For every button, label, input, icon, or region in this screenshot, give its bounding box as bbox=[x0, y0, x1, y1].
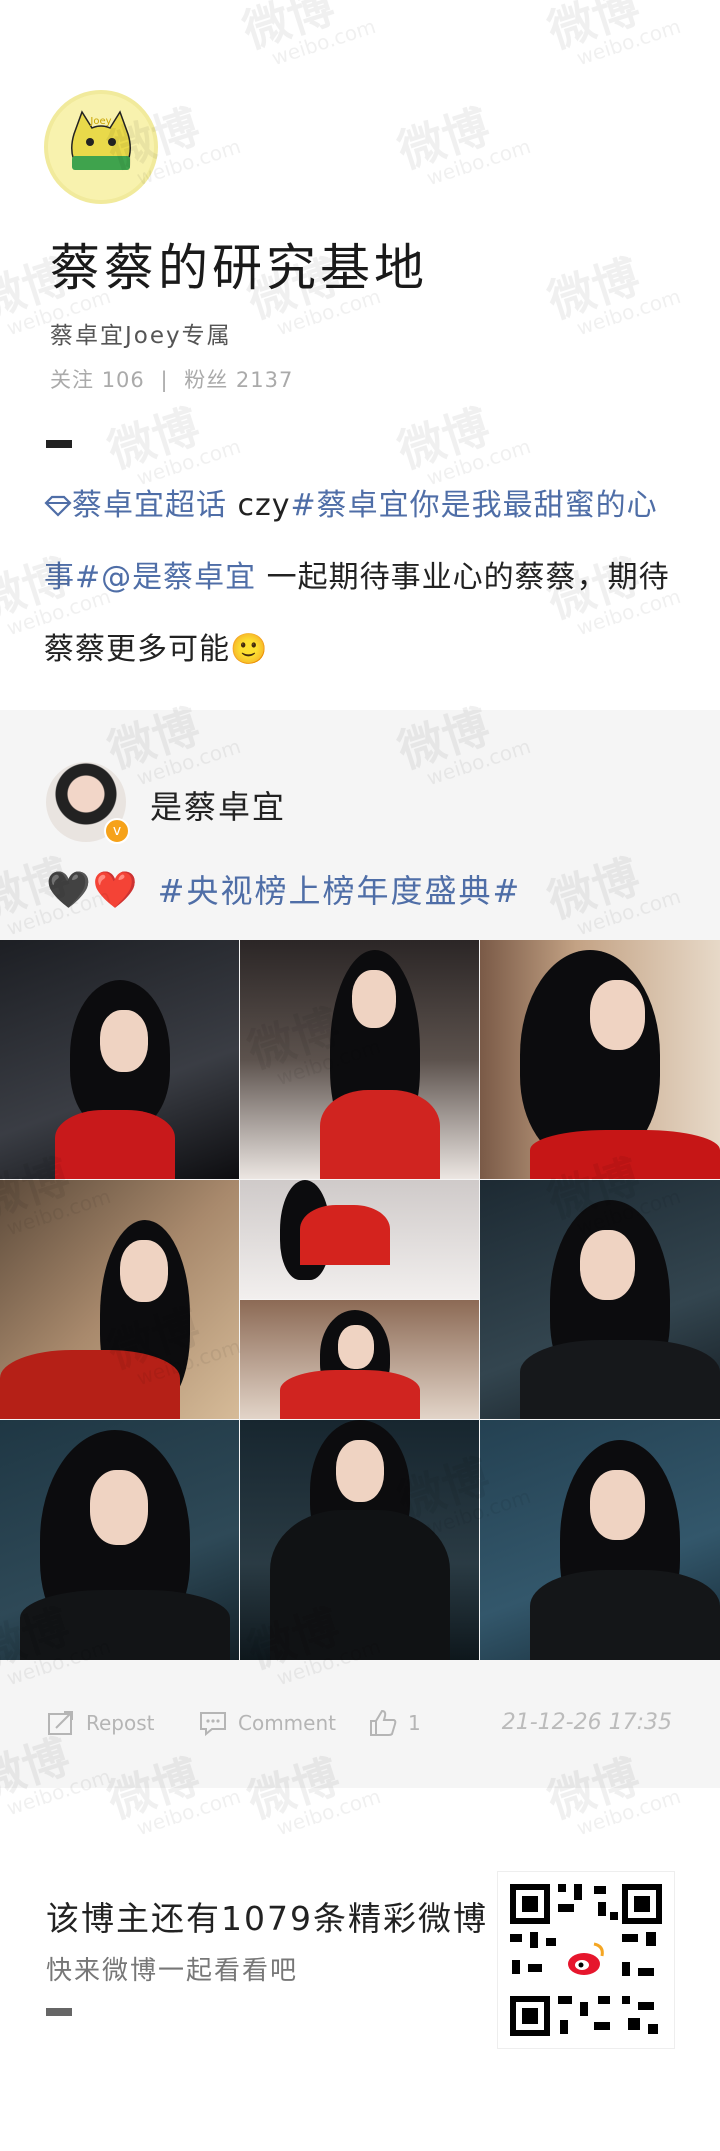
smile-emoji: 🙂 bbox=[230, 632, 269, 667]
image-grid bbox=[0, 940, 720, 1662]
photo-3[interactable] bbox=[480, 940, 720, 1179]
fans-count[interactable]: 2137 bbox=[236, 368, 293, 392]
post-timestamp: 21-12-26 17:35 bbox=[501, 1710, 672, 1735]
photo-7[interactable] bbox=[0, 1420, 239, 1660]
photo-4[interactable] bbox=[0, 1180, 239, 1419]
account-description: 蔡卓宜Joey专属 bbox=[50, 323, 232, 349]
section-divider bbox=[46, 440, 72, 448]
like-button[interactable]: 1 bbox=[368, 1708, 421, 1738]
follow-label: 关注 bbox=[50, 368, 94, 392]
photo-6[interactable] bbox=[480, 1180, 720, 1419]
supertopic-link[interactable]: 蔡卓宜超话 bbox=[44, 488, 227, 523]
repost-text: 🖤❤️ #央视榜上榜年度盛典# bbox=[46, 866, 521, 912]
mention-link[interactable]: @是蔡卓宜 bbox=[101, 560, 256, 595]
weibo-watermark: 微博weibo.com bbox=[541, 0, 684, 71]
footer-subline: 快来微博一起看看吧 bbox=[46, 1956, 299, 1986]
photo-2[interactable] bbox=[240, 940, 479, 1179]
thumbs-up-icon bbox=[370, 1709, 397, 1736]
verified-badge-icon: v bbox=[104, 818, 130, 844]
weibo-watermark: 微博weibo.com bbox=[236, 0, 379, 71]
photo-5[interactable] bbox=[240, 1180, 479, 1419]
fans-label: 粉丝 bbox=[184, 368, 229, 392]
action-bar: Repost Comment 1 21-12-26 17:35 bbox=[0, 1700, 720, 1750]
repost-hashtag-link[interactable]: #央视榜上榜年度盛典# bbox=[158, 872, 522, 910]
weibo-watermark: 微博weibo.com bbox=[391, 98, 534, 191]
stats-divider: | bbox=[160, 368, 169, 392]
hearts-emoji: 🖤❤️ bbox=[46, 870, 140, 911]
repost-icon bbox=[48, 1711, 73, 1735]
qr-code[interactable] bbox=[498, 1872, 674, 2048]
photo-9[interactable] bbox=[480, 1420, 720, 1660]
post-text: 蔡卓宜超话 czy#蔡卓宜你是我最甜蜜的心事#@是蔡卓宜 一起期待事业心的蔡蔡，… bbox=[44, 470, 684, 686]
cat-logo-icon: Joey bbox=[48, 94, 154, 200]
photo-1[interactable] bbox=[0, 940, 239, 1179]
footer-headline: 该博主还有1079条精彩微博 bbox=[46, 1899, 488, 1938]
qr-code-icon bbox=[508, 1882, 664, 2038]
photo-8[interactable] bbox=[240, 1420, 479, 1660]
author-name[interactable]: 是蔡卓宜 bbox=[150, 782, 286, 828]
page-title: 蔡蔡的研究基地 bbox=[50, 239, 428, 297]
account-avatar[interactable]: Joey bbox=[44, 90, 158, 204]
post-text-1: czy bbox=[227, 488, 291, 523]
comment-icon bbox=[200, 1712, 226, 1737]
diamond-icon bbox=[44, 495, 72, 517]
weibo-watermark: 微博weibo.com bbox=[541, 248, 684, 341]
follow-count[interactable]: 106 bbox=[102, 368, 145, 392]
account-stats: 关注 106 | 粉丝 2137 bbox=[50, 364, 293, 394]
repost-button[interactable]: Repost bbox=[46, 1708, 155, 1738]
svg-text:Joey: Joey bbox=[89, 116, 111, 127]
footer-divider bbox=[46, 2008, 72, 2016]
comment-button[interactable]: Comment bbox=[198, 1708, 336, 1738]
